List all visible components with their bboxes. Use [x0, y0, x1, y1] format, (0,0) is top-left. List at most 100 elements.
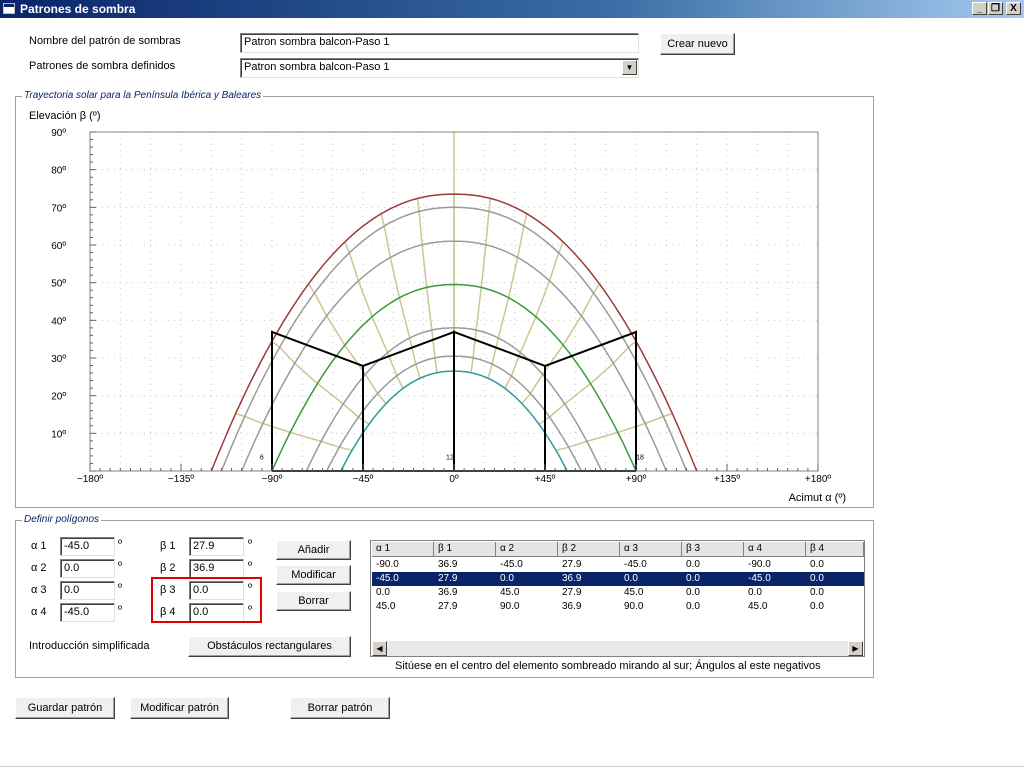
rectangular-obstacles-button[interactable]: Obstáculos rectangulares [188, 636, 351, 657]
y-tick-label: 80º [51, 166, 66, 177]
hour-label: 6 [260, 455, 264, 462]
alpha3-label: α 3 [31, 584, 47, 596]
table-cell: 0.0 [810, 601, 824, 612]
table-cell: 27.9 [438, 573, 458, 584]
window-bottom-edge [0, 766, 1024, 767]
table-cell: 0.0 [748, 587, 762, 598]
degree-symbol: º [248, 538, 253, 550]
alpha3-input[interactable]: 0.0 [60, 581, 115, 600]
table-cell: 36.9 [562, 573, 582, 584]
table-cell: 27.9 [562, 559, 582, 570]
table-cell: 36.9 [438, 559, 458, 570]
table-row[interactable]: 45.0 27.9 90.0 36.9 90.0 0.0 45.0 0.0 [372, 600, 864, 614]
delete-pattern-button[interactable]: Borrar patrón [290, 697, 390, 719]
table-row-selected[interactable]: -45.0 27.9 0.0 36.9 0.0 0.0 -45.0 0.0 [372, 572, 864, 586]
table-cell: 90.0 [624, 601, 644, 612]
table-cell: 0.0 [810, 559, 824, 570]
table-cell: 0.0 [810, 587, 824, 598]
chart-labels: Elevación β (º) Acimut α (º) 10º 20º 30º 40º 5… [29, 110, 846, 504]
modify-pattern-button[interactable]: Modificar patrón [130, 697, 229, 719]
chart-obstacle [271, 330, 637, 472]
scroll-right-icon[interactable]: ▶ [848, 641, 863, 656]
table-cell: 45.0 [748, 601, 768, 612]
x-tick-label: +135º [714, 474, 741, 485]
x-tick-label: 0º [449, 474, 459, 485]
table-cell: 27.9 [438, 601, 458, 612]
table-header[interactable]: α 1 [372, 542, 434, 557]
hour-line [538, 340, 637, 425]
table-header[interactable]: β 3 [682, 542, 744, 557]
alpha4-label: α 4 [31, 606, 47, 618]
y-tick-label: 30º [51, 354, 66, 365]
table-cell: -90.0 [748, 559, 771, 570]
beta1-input[interactable]: 27.9 [189, 537, 244, 556]
sun-path-chart: Elevación β (º) Acimut α (º) 10º 20º 30º 40º 5… [29, 110, 846, 504]
y-tick-label: 10º [51, 429, 66, 440]
x-tick-label: −45º [353, 474, 374, 485]
add-button[interactable]: Añadir [276, 540, 351, 560]
x-tick-label: +90º [626, 474, 647, 485]
save-pattern-button[interactable]: Guardar patrón [15, 697, 115, 719]
beta2-input[interactable]: 36.9 [189, 559, 244, 578]
alpha1-label: α 1 [31, 540, 47, 552]
table-cell: 0.0 [810, 573, 824, 584]
alpha2-input[interactable]: 0.0 [60, 559, 115, 578]
y-axis-label: Elevación β (º) [29, 110, 100, 122]
simplified-entry-label: Introducción simplificada [29, 640, 150, 652]
table-cell: 0.0 [686, 601, 700, 612]
table-cell: 45.0 [500, 587, 520, 598]
table-header[interactable]: α 2 [496, 542, 558, 557]
define-polygons-title: Definir polígonos [22, 514, 102, 525]
y-tick-label: 40º [51, 316, 66, 327]
x-tick-label: +180º [805, 474, 832, 485]
table-cell: 0.0 [686, 587, 700, 598]
table-cell: 90.0 [500, 601, 520, 612]
degree-symbol: º [118, 604, 123, 616]
table-cell: -90.0 [376, 559, 399, 570]
beta2-label: β 2 [160, 562, 176, 574]
y-tick-label: 70º [51, 203, 66, 214]
y-tick-label: 50º [51, 279, 66, 290]
table-cell: 0.0 [686, 573, 700, 584]
delete-button[interactable]: Borrar [276, 591, 351, 611]
table-cell: 0.0 [376, 587, 390, 598]
degree-symbol: º [118, 538, 123, 550]
table-cell: 0.0 [624, 573, 638, 584]
table-cell: 36.9 [562, 601, 582, 612]
table-row[interactable]: -90.0 36.9 -45.0 27.9 -45.0 0.0 -90.0 0.… [372, 558, 864, 572]
hour-label: 18 [636, 455, 644, 462]
horizontal-scrollbar[interactable]: ◀ ▶ [372, 641, 863, 656]
table-header[interactable]: α 3 [620, 542, 682, 557]
polygon-table[interactable]: α 1 β 1 α 2 β 2 α 3 β 3 α 4 β 4 -90.0 36… [370, 540, 865, 657]
table-cell: -45.0 [376, 573, 399, 584]
y-tick-label: 90º [51, 128, 66, 139]
obstacle-outline [271, 330, 637, 471]
hour-label: 12 [446, 455, 454, 462]
table-cell: 0.0 [686, 559, 700, 570]
x-tick-label: −135º [168, 474, 195, 485]
alpha4-input[interactable]: -45.0 [60, 603, 115, 622]
x-tick-label: −180º [77, 474, 104, 485]
highlight-box [151, 577, 262, 623]
degree-symbol: º [118, 560, 123, 572]
modify-button[interactable]: Modificar [276, 565, 351, 585]
table-header[interactable]: β 1 [434, 542, 496, 557]
alpha2-label: α 2 [31, 562, 47, 574]
x-tick-label: −90º [262, 474, 283, 485]
alpha1-input[interactable]: -45.0 [60, 537, 115, 556]
scroll-left-icon[interactable]: ◀ [372, 641, 387, 656]
table-row[interactable]: 0.0 36.9 45.0 27.9 45.0 0.0 0.0 0.0 [372, 586, 864, 600]
table-cell: 36.9 [438, 587, 458, 598]
y-tick-label: 60º [51, 241, 66, 252]
table-cell: -45.0 [624, 559, 647, 570]
degree-symbol: º [118, 582, 123, 594]
table-cell: 0.0 [500, 573, 514, 584]
x-tick-label: +45º [535, 474, 556, 485]
table-cell: 27.9 [562, 587, 582, 598]
table-header[interactable]: α 4 [744, 542, 806, 557]
table-header[interactable]: β 4 [806, 542, 864, 557]
table-header[interactable]: β 2 [558, 542, 620, 557]
x-axis-label: Acimut α (º) [789, 492, 846, 504]
y-tick-label: 20º [51, 392, 66, 403]
beta1-label: β 1 [160, 540, 176, 552]
